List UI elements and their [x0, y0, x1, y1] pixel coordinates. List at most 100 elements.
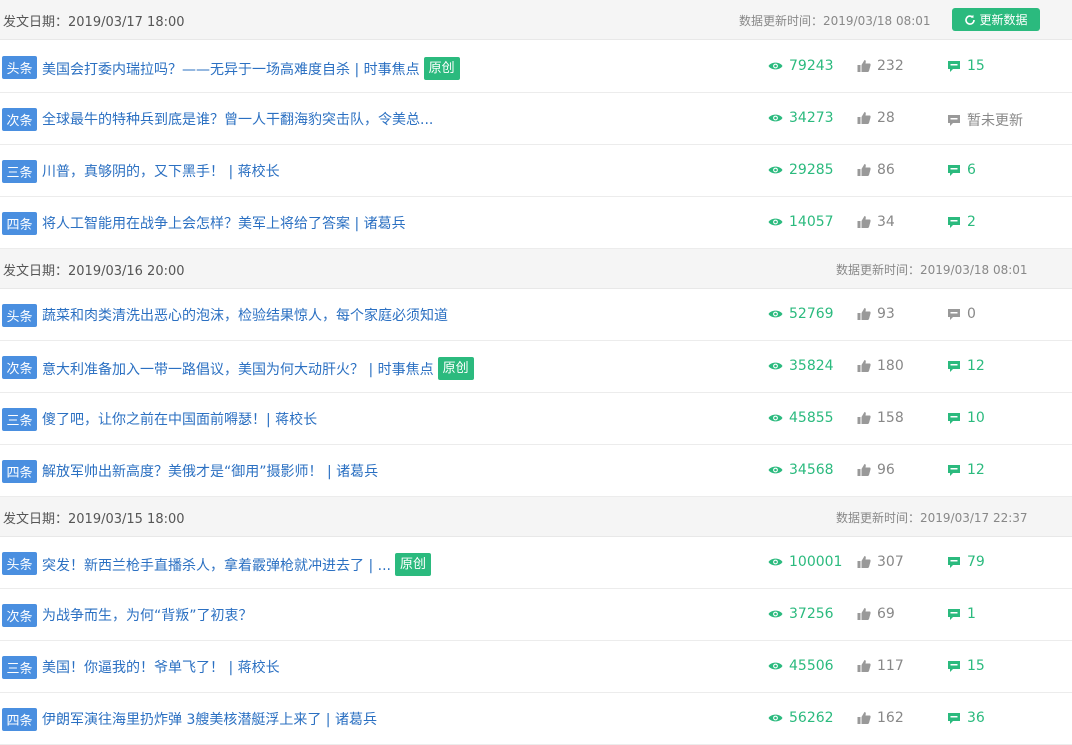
article-title-link[interactable]: 蔬菜和肉类清洗出恶心的泡沫，检验结果惊人，每个家庭必须知道	[42, 305, 448, 325]
comments-stat: 15	[947, 658, 985, 674]
article-title: 解放军帅出新高度？美俄才是“御用”摄影师！ | 诸葛兵	[42, 464, 379, 480]
refresh-data-label: 更新数据	[979, 13, 1028, 27]
likes-stat: 232	[857, 58, 904, 74]
eye-icon	[768, 558, 783, 566]
article-title: 意大利准备加入一带一路倡议，美国为何大动肝火？ | 时事焦点	[42, 361, 434, 378]
article-title: 蔬菜和肉类清洗出恶心的泡沫，检验结果惊人，每个家庭必须知道	[42, 308, 448, 324]
comment-icon	[948, 308, 960, 320]
likes-count: 34	[877, 214, 895, 230]
thumbs-up-icon	[857, 308, 871, 320]
comments-count: 15	[967, 658, 985, 674]
thumbs-up-icon	[857, 464, 871, 476]
thumbs-up-icon	[857, 712, 871, 724]
article-row: 四条 伊朗军演往海里扔炸弹 3艘美核潜艇浮上来了 | 诸葛兵 56262 162…	[0, 693, 1072, 745]
comment-icon	[948, 114, 960, 126]
thumbs-up-icon	[857, 556, 871, 568]
rank-tag: 次条	[2, 356, 37, 379]
likes-count: 69	[877, 606, 895, 622]
likes-count: 232	[877, 58, 904, 74]
comment-icon	[948, 216, 960, 228]
article-title-link[interactable]: 为战争而生，为何“背叛”了初衷？	[42, 605, 253, 625]
comments-count: 36	[967, 710, 985, 726]
article-title-link[interactable]: 川普，真够阴的，又下黑手！ | 蒋校长	[42, 161, 280, 181]
article-title: 傻了吧，让你之前在中国面前嘚瑟！| 蒋校长	[42, 412, 318, 428]
article-title: 美国！你逼我的！爷单飞了！ | 蒋校长	[42, 660, 280, 676]
views-stat: 45855	[768, 410, 834, 426]
comment-icon	[948, 60, 960, 72]
likes-stat: 158	[857, 410, 904, 426]
likes-count: 162	[877, 710, 904, 726]
views-count: 100001	[789, 554, 843, 570]
eye-icon	[768, 662, 783, 670]
article-title-link[interactable]: 傻了吧，让你之前在中国面前嘚瑟！| 蒋校长	[42, 409, 317, 429]
rank-tag: 三条	[2, 160, 37, 183]
article-title: 伊朗军演往海里扔炸弹 3艘美核潜艇浮上来了 | 诸葛兵	[42, 712, 377, 728]
publish-date: 发文日期：2019/03/15 18:00	[3, 512, 185, 527]
likes-stat: 28	[857, 110, 895, 126]
article-title: 为战争而生，为何“背叛”了初衷？	[42, 608, 253, 624]
article-title-link[interactable]: 伊朗军演往海里扔炸弹 3艘美核潜艇浮上来了 | 诸葛兵	[42, 709, 377, 729]
likes-stat: 96	[857, 462, 895, 478]
comments-stat: 0	[947, 306, 976, 322]
thumbs-up-icon	[857, 112, 871, 124]
views-count: 37256	[789, 606, 834, 622]
comments-count: 暂未更新	[967, 113, 1023, 129]
article-title: 川普，真够阴的，又下黑手！ | 蒋校长	[42, 164, 280, 180]
views-stat: 52769	[768, 306, 834, 322]
comments-count: 79	[967, 554, 985, 570]
publish-date: 发文日期：2019/03/16 20:00	[3, 264, 185, 279]
refresh-data-button[interactable]: 更新数据	[952, 8, 1040, 31]
views-count: 56262	[789, 710, 834, 726]
views-stat: 29285	[768, 162, 834, 178]
article-title-link[interactable]: 美国！你逼我的！爷单飞了！ | 蒋校长	[42, 657, 280, 677]
data-updated-time: 数据更新时间：2019/03/18 08:01	[739, 14, 931, 28]
article-title-link[interactable]: 将人工智能用在战争上会怎样？美军上将给了答案 | 诸葛兵	[42, 213, 406, 233]
publish-date: 发文日期：2019/03/17 18:00	[3, 15, 185, 30]
thumbs-up-icon	[857, 608, 871, 620]
likes-count: 158	[877, 410, 904, 426]
views-count: 52769	[789, 306, 834, 322]
thumbs-up-icon	[857, 360, 871, 372]
article-title-link[interactable]: 全球最牛的特种兵到底是谁？曾一人干翻海豹突击队，令美总...	[42, 109, 433, 129]
comment-icon	[948, 712, 960, 724]
likes-stat: 162	[857, 710, 904, 726]
article-title-link[interactable]: 意大利准备加入一带一路倡议，美国为何大动肝火？ | 时事焦点 原创	[42, 357, 474, 380]
views-stat: 100001	[768, 554, 842, 570]
data-updated-time: 数据更新时间：2019/03/17 22:37	[836, 511, 1028, 525]
date-group-header: 发文日期：2019/03/17 18:00 数据更新时间：2019/03/18 …	[0, 0, 1072, 40]
views-stat: 37256	[768, 606, 834, 622]
comments-stat: 6	[947, 162, 976, 178]
thumbs-up-icon	[857, 412, 871, 424]
eye-icon	[768, 310, 783, 318]
eye-icon	[768, 218, 783, 226]
rank-tag: 头条	[2, 304, 37, 327]
likes-count: 28	[877, 110, 895, 126]
comments-stat: 36	[947, 710, 985, 726]
article-title-link[interactable]: 解放军帅出新高度？美俄才是“御用”摄影师！ | 诸葛兵	[42, 461, 378, 481]
thumbs-up-icon	[857, 216, 871, 228]
views-stat: 56262	[768, 710, 834, 726]
date-group-header: 发文日期：2019/03/16 20:00 数据更新时间：2019/03/18 …	[0, 249, 1072, 289]
comments-stat: 12	[947, 358, 985, 374]
views-count: 34568	[789, 462, 834, 478]
comment-icon	[948, 556, 960, 568]
thumbs-up-icon	[857, 60, 871, 72]
views-count: 35824	[789, 358, 834, 374]
refresh-icon	[965, 14, 976, 25]
article-title-link[interactable]: 美国会打委内瑞拉吗？——无异于一场高难度自杀 | 时事焦点 原创	[42, 57, 460, 80]
likes-count: 86	[877, 162, 895, 178]
data-updated-time: 数据更新时间：2019/03/18 08:01	[836, 263, 1028, 277]
article-row: 次条 为战争而生，为何“背叛”了初衷？ 37256 69 1	[0, 589, 1072, 641]
comments-stat: 15	[947, 58, 985, 74]
rank-tag: 头条	[2, 56, 37, 79]
article-title: 美国会打委内瑞拉吗？——无异于一场高难度自杀 | 时事焦点	[42, 61, 420, 78]
comment-icon	[948, 660, 960, 672]
views-stat: 45506	[768, 658, 834, 674]
comments-stat: 1	[947, 606, 976, 622]
views-stat: 14057	[768, 214, 834, 230]
likes-stat: 307	[857, 554, 904, 570]
rank-tag: 四条	[2, 212, 37, 235]
article-title-link[interactable]: 突发！新西兰枪手直播杀人，拿着霰弹枪就冲进去了 | ... 原创	[42, 553, 431, 576]
likes-stat: 117	[857, 658, 904, 674]
likes-count: 307	[877, 554, 904, 570]
